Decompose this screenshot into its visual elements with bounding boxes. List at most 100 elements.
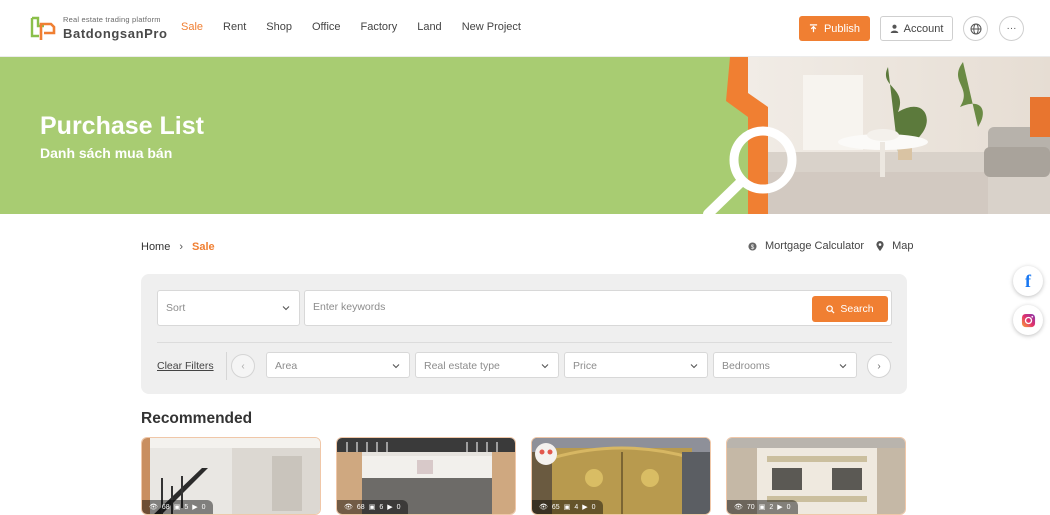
more-button[interactable]: ··· (999, 16, 1024, 41)
photo-icon: ▣ (563, 504, 571, 511)
chevron-right-icon: › (877, 360, 881, 372)
magnifier-graphic (703, 57, 797, 214)
clear-filters-link[interactable]: Clear Filters (157, 360, 214, 372)
eye-icon: 👁 (149, 504, 158, 511)
chevron-down-icon (392, 364, 400, 369)
main-nav: Sale Rent Shop Office Factory Land New P… (181, 21, 541, 33)
listing-card[interactable]: 👁 70 ▣ 2 ▶ 0 (726, 437, 906, 515)
chevron-right-icon: › (179, 241, 184, 253)
breadcrumb-home[interactable]: Home (141, 241, 170, 253)
chevron-down-icon (282, 306, 290, 311)
real-estate-type-label: Real estate type (424, 360, 500, 372)
nav-item-land[interactable]: Land (417, 21, 441, 33)
site-logo[interactable]: Real estate trading platform BatdongsanP… (29, 14, 168, 42)
photo-count: 2 (769, 503, 774, 511)
svg-text:$: $ (751, 243, 755, 250)
instagram-icon (1021, 313, 1035, 327)
video-count: 0 (786, 503, 791, 511)
nav-item-new-project[interactable]: New Project (462, 21, 521, 33)
video-icon: ▶ (582, 504, 588, 511)
banner-subtitle: Danh sách mua bán (40, 145, 173, 161)
chevron-left-icon: ‹ (241, 360, 245, 372)
top-header: Real estate trading platform BatdongsanP… (0, 0, 1050, 57)
banner-title: Purchase List (40, 112, 204, 140)
video-icon: ▶ (387, 504, 393, 511)
logo-mark-icon (29, 14, 57, 42)
chevron-down-icon (690, 364, 698, 369)
facebook-button[interactable]: f (1013, 266, 1043, 296)
mortgage-calculator-link[interactable]: Mortgage Calculator (765, 240, 864, 252)
photo-icon: ▣ (368, 504, 376, 511)
video-count: 0 (591, 503, 596, 511)
area-dropdown[interactable]: Area (266, 352, 410, 378)
nav-item-sale[interactable]: Sale (181, 21, 203, 33)
account-button[interactable]: Account (880, 16, 953, 41)
nav-item-rent[interactable]: Rent (223, 21, 246, 33)
search-icon (826, 304, 835, 314)
instagram-button[interactable] (1013, 305, 1043, 335)
listing-stats: 👁 68 ▣ 6 ▶ 0 (337, 500, 408, 514)
video-icon: ▶ (192, 504, 198, 511)
facebook-icon: f (1025, 270, 1031, 291)
nav-item-office[interactable]: Office (312, 21, 341, 33)
filter-divider (226, 352, 227, 380)
listing-stats: 👁 70 ▣ 2 ▶ 0 (727, 500, 798, 514)
chevron-down-icon (839, 364, 847, 369)
video-count: 0 (396, 503, 401, 511)
breadcrumb-current: Sale (192, 241, 215, 253)
more-icon: ··· (1006, 23, 1017, 34)
search-box: Search (304, 290, 892, 326)
publish-label: Publish (823, 22, 861, 35)
filter-panel: Sort Search Clear Filters ‹ Area Real es… (141, 274, 907, 394)
search-button[interactable]: Search (812, 296, 888, 322)
user-icon (890, 24, 898, 33)
view-count: 65 (551, 503, 560, 511)
hero-banner: Purchase List Danh sách mua bán (0, 57, 1050, 214)
view-count: 68 (161, 503, 170, 511)
photo-count: 5 (184, 503, 189, 511)
eye-icon: 👁 (344, 504, 353, 511)
scroll-left-button[interactable]: ‹ (231, 354, 255, 378)
bedrooms-label: Bedrooms (722, 360, 770, 372)
photo-count: 4 (574, 503, 579, 511)
map-link[interactable]: Map (892, 240, 913, 252)
eye-icon: 👁 (539, 504, 548, 511)
area-label: Area (275, 360, 298, 372)
logo-name: BatdongsanPro (63, 25, 168, 41)
map-pin-icon (876, 241, 884, 251)
page-tools: $ Mortgage Calculator Map (748, 240, 913, 252)
search-button-label: Search (840, 303, 874, 315)
video-icon: ▶ (777, 504, 783, 511)
breadcrumb: Home › Sale (141, 241, 215, 253)
publish-button[interactable]: Publish (799, 16, 870, 41)
view-count: 68 (356, 503, 365, 511)
listing-stats: 👁 65 ▣ 4 ▶ 0 (532, 500, 603, 514)
language-button[interactable] (963, 16, 988, 41)
panel-divider (157, 342, 892, 343)
photo-count: 6 (379, 503, 384, 511)
logo-tagline: Real estate trading platform (63, 15, 161, 25)
listing-card[interactable]: 👁 65 ▣ 4 ▶ 0 (531, 437, 711, 515)
search-input[interactable] (313, 301, 793, 313)
chevron-down-icon (541, 364, 549, 369)
view-count: 70 (746, 503, 755, 511)
sort-label: Sort (166, 302, 186, 314)
price-dropdown[interactable]: Price (564, 352, 708, 378)
photo-icon: ▣ (758, 504, 766, 511)
listing-card[interactable]: 👁 68 ▣ 5 ▶ 0 (141, 437, 321, 515)
scroll-right-button[interactable]: › (867, 354, 891, 378)
globe-icon (970, 23, 981, 34)
nav-item-shop[interactable]: Shop (266, 21, 292, 33)
photo-icon: ▣ (173, 504, 181, 511)
real-estate-type-dropdown[interactable]: Real estate type (415, 352, 559, 378)
video-count: 0 (201, 503, 206, 511)
recommended-heading: Recommended (141, 410, 253, 427)
mortgage-icon: $ (748, 241, 757, 250)
listing-card[interactable]: 👁 68 ▣ 6 ▶ 0 (336, 437, 516, 515)
upload-icon (809, 24, 818, 33)
nav-item-factory[interactable]: Factory (361, 21, 398, 33)
sort-select[interactable]: Sort (157, 290, 300, 326)
eye-icon: 👁 (734, 504, 743, 511)
listing-stats: 👁 68 ▣ 5 ▶ 0 (142, 500, 213, 514)
bedrooms-dropdown[interactable]: Bedrooms (713, 352, 857, 378)
